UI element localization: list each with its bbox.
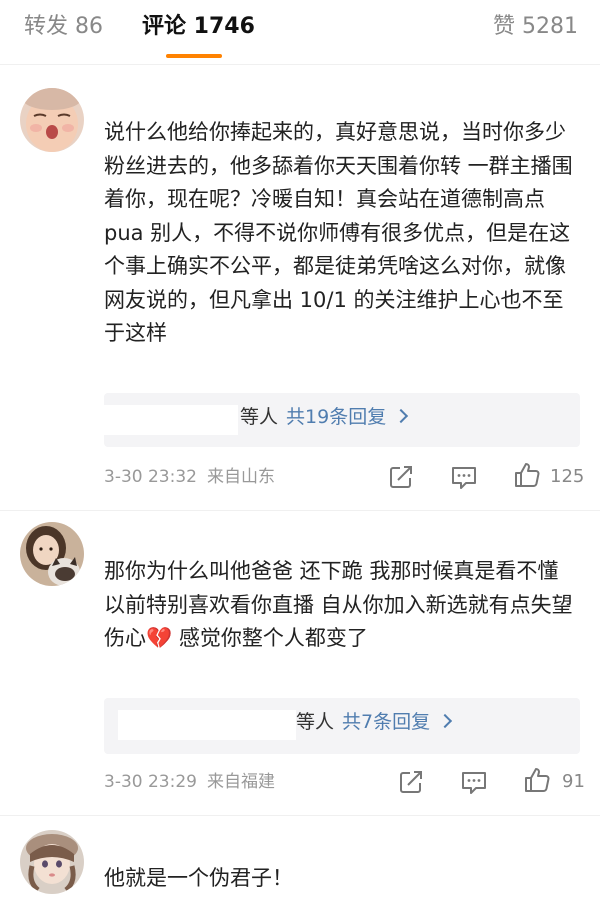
thumb-up-icon[interactable] [513,461,541,489]
reply-preview[interactable]: 等人 共19条回复 [104,393,580,447]
comment-tabs: 转发 86 评论 1746 赞 5281 [0,0,600,64]
reply-people-label: 等人 [296,711,335,733]
like-count: 91 [562,771,585,792]
reply-people-label: 等人 [240,406,279,428]
comment-divider [0,510,600,511]
view-replies-link[interactable]: 共19条回复 [286,406,386,428]
comment-text: 说什么他给你捧起来的，真好意思说，当时你多少粉丝进去的，他多舔着你天天围着你转 … [104,120,573,345]
comment-divider [0,815,600,816]
view-replies-link[interactable]: 共7条回复 [342,711,430,733]
comment-time: 3-30 23:29 [104,772,197,792]
comment-meta: 3-30 23:32 来自山东 [104,465,275,489]
tab-like[interactable]: 赞 5281 [493,12,578,42]
chevron-right-icon [394,408,409,424]
comment-location: 来自福建 [206,772,275,792]
comment-time: 3-30 23:32 [104,467,197,487]
tabs-divider [0,64,600,65]
share-icon[interactable] [387,463,415,491]
like-count: 125 [550,466,585,487]
comment-text: 他就是一个伪君子！ [104,866,293,890]
avatar-girl-cat-icon [20,522,84,586]
tab-comment[interactable]: 评论 1746 [142,12,255,42]
avatar-doll-icon [20,830,84,894]
active-tab-indicator [166,54,222,58]
tab-repost[interactable]: 转发 86 [24,12,103,42]
comment-icon[interactable] [450,463,478,491]
redacted-username [118,710,296,740]
redacted-username [104,405,238,435]
avatar[interactable] [20,88,84,152]
avatar-baby-face-icon [20,88,84,152]
share-icon[interactable] [397,768,425,796]
reply-preview[interactable]: 等人 共7条回复 [104,698,580,754]
comment-meta: 3-30 23:29 来自福建 [104,770,275,794]
avatar[interactable] [20,830,84,894]
thumb-up-icon[interactable] [523,766,551,794]
comment-text: 那你为什么叫他爸爸 还下跪 我那时候真是看不懂 以前特别喜欢看你直播 自从你加入… [104,559,573,650]
comment-icon[interactable] [460,768,488,796]
chevron-right-icon [438,713,453,729]
avatar[interactable] [20,522,84,586]
comment-location: 来自山东 [206,467,275,487]
